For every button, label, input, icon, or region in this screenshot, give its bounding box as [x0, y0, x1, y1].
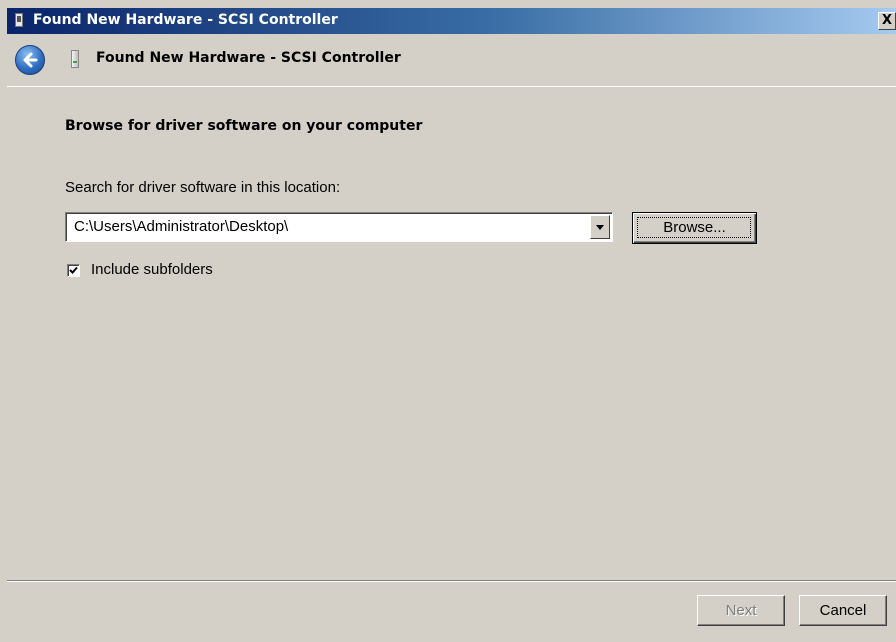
hardware-device-icon	[71, 50, 79, 68]
browse-button[interactable]: Browse...	[632, 212, 757, 244]
include-subfolders-label[interactable]: Include subfolders	[91, 261, 213, 278]
wizard-header: Found New Hardware - SCSI Controller	[7, 34, 896, 86]
include-subfolders-checkbox[interactable]	[67, 264, 80, 277]
driver-path-value[interactable]: C:\Users\Administrator\Desktop\	[74, 218, 288, 235]
title-bar[interactable]: Found New Hardware - SCSI Controller X	[7, 8, 896, 34]
cancel-button[interactable]: Cancel	[799, 595, 887, 626]
focus-rectangle	[637, 217, 751, 238]
back-button[interactable]	[15, 45, 45, 75]
search-location-label: Search for driver software in this locat…	[65, 179, 341, 196]
wizard-window: Found New Hardware - SCSI Controller X F…	[0, 0, 896, 642]
hardware-device-icon	[15, 13, 23, 27]
window-title: Found New Hardware - SCSI Controller	[33, 12, 338, 28]
checkmark-icon	[69, 266, 78, 274]
dropdown-arrow-icon[interactable]	[590, 215, 610, 239]
close-button[interactable]: X	[878, 12, 896, 30]
back-arrow-icon	[23, 52, 38, 68]
wizard-title: Found New Hardware - SCSI Controller	[96, 50, 401, 66]
wizard-footer: Next Cancel	[7, 580, 896, 642]
wizard-content: Browse for driver software on your compu…	[7, 86, 896, 580]
next-button[interactable]: Next	[697, 595, 785, 626]
page-heading: Browse for driver software on your compu…	[65, 118, 423, 134]
driver-path-combobox[interactable]: C:\Users\Administrator\Desktop\	[65, 212, 613, 242]
